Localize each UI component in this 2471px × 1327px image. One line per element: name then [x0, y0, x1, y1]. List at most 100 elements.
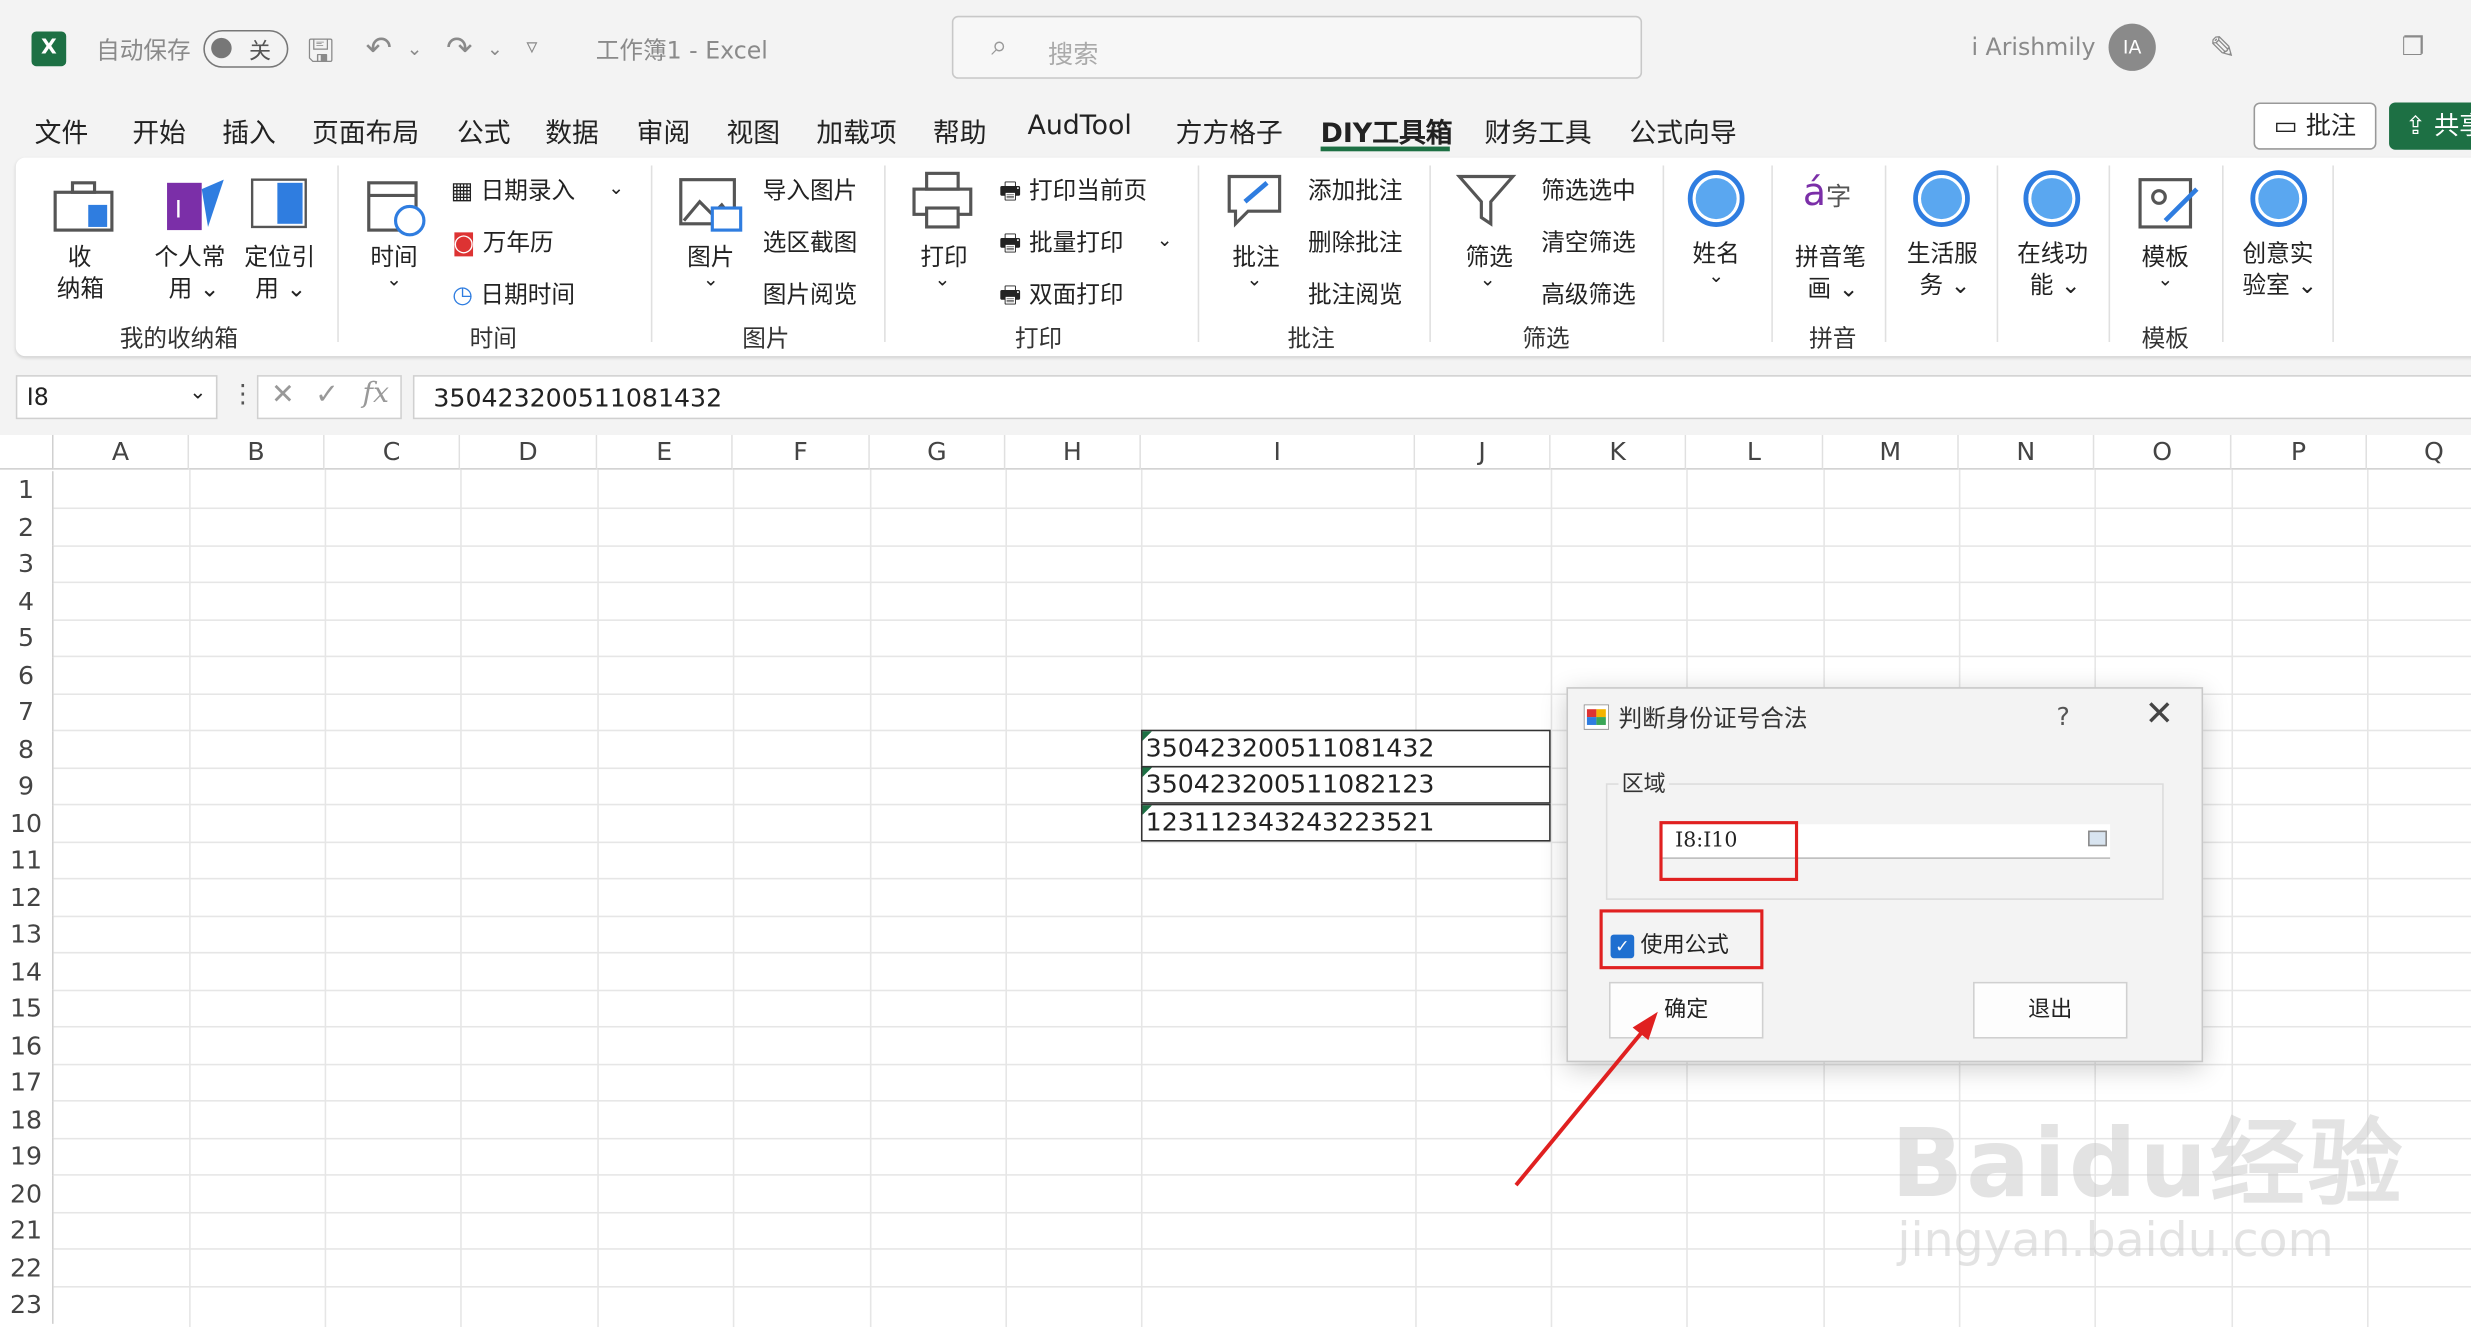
time-dropdown-icon[interactable]: ⌄ — [386, 268, 402, 290]
help-icon[interactable]: ? — [2057, 701, 2070, 731]
row-header[interactable]: 13 — [0, 915, 54, 953]
print-dropdown-icon[interactable]: ⌄ — [935, 268, 951, 290]
pen-icon[interactable]: ✎ — [2209, 28, 2235, 66]
tab-formula-wizard[interactable]: 公式向导 — [1629, 110, 1736, 150]
row-header[interactable]: 7 — [0, 693, 54, 731]
cell-i8[interactable]: 350423200511081432 — [1140, 728, 1551, 767]
life-service-label-2[interactable]: 务 ⌄ — [1919, 268, 1970, 301]
redo-dropdown-icon[interactable]: ⌄ — [487, 38, 503, 60]
row-header[interactable]: 15 — [0, 989, 54, 1027]
column-header[interactable]: G — [869, 434, 1006, 470]
row-header[interactable]: 20 — [0, 1174, 54, 1212]
row-header[interactable]: 17 — [0, 1063, 54, 1101]
comment-view-button[interactable]: 批注阅览 — [1308, 277, 1403, 310]
cell-i9[interactable]: 350423200511082123 — [1140, 765, 1551, 804]
restore-window-icon[interactable]: ❐ — [2402, 32, 2425, 62]
comment-icon[interactable] — [1223, 170, 1286, 233]
tab-audtool[interactable]: AudTool — [1027, 110, 1131, 142]
clear-filter-button[interactable]: 清空筛选 — [1541, 225, 1636, 258]
row-header[interactable]: 19 — [0, 1137, 54, 1175]
pinyin-icon[interactable]: á字 — [1803, 170, 1851, 214]
filter-dropdown-icon[interactable]: ⌄ — [1480, 268, 1496, 290]
row-header[interactable]: 12 — [0, 878, 54, 916]
range-select-icon[interactable] — [2088, 830, 2107, 847]
name-box[interactable]: I8 ⌄ — [15, 375, 218, 420]
row-header[interactable]: 5 — [0, 619, 54, 657]
tab-formulas[interactable]: 公式 — [457, 110, 511, 150]
row-header[interactable]: 9 — [0, 767, 54, 805]
undo-dropdown-icon[interactable]: ⌄ — [407, 38, 423, 60]
filter-icon[interactable] — [1456, 170, 1519, 233]
row-header[interactable]: 6 — [0, 656, 54, 694]
delete-comment-button[interactable]: 删除批注 — [1308, 225, 1403, 258]
template-icon[interactable] — [2137, 177, 2200, 237]
close-icon[interactable]: ✕ — [2145, 695, 2174, 734]
row-header[interactable]: 21 — [0, 1211, 54, 1249]
storage-box-label-1[interactable]: 收 — [68, 240, 92, 273]
comment-dropdown-icon[interactable]: ⌄ — [1247, 268, 1263, 290]
date-input-button[interactable]: ▦ 日期录入 — [451, 173, 575, 206]
picture-dropdown-icon[interactable]: ⌄ — [703, 268, 719, 290]
save-icon[interactable]: 🖫 — [307, 28, 334, 82]
storage-box-label-2[interactable]: 纳箱 — [57, 271, 104, 304]
formula-input[interactable]: 350423200511081432 — [412, 375, 2471, 420]
datetime-button[interactable]: ◷ 日期时间 — [452, 277, 575, 310]
tab-file[interactable]: 文件 — [35, 110, 89, 150]
tab-home[interactable]: 开始 — [132, 110, 186, 150]
autosave-toggle[interactable]: 关 — [203, 29, 289, 68]
tab-review[interactable]: 审阅 — [637, 110, 691, 150]
undo-icon[interactable]: ↶ — [366, 28, 392, 66]
batch-print-dropdown-icon[interactable]: ⌄ — [1157, 229, 1173, 251]
customize-qat-icon[interactable]: ▿ — [526, 35, 537, 60]
filter-selected-button[interactable]: 筛选选中 — [1541, 173, 1636, 206]
column-header[interactable]: J — [1415, 434, 1551, 470]
comments-button[interactable]: ▭ 批注 — [2253, 102, 2377, 150]
pinyin-label-1[interactable]: 拼音笔 — [1795, 240, 1866, 273]
online-function-label-1[interactable]: 在线功 — [2017, 236, 2088, 269]
picture-view-button[interactable]: 图片阅览 — [763, 277, 858, 310]
tab-help[interactable]: 帮助 — [933, 110, 987, 150]
add-comment-button[interactable]: 添加批注 — [1308, 173, 1403, 206]
advanced-filter-button[interactable]: 高级筛选 — [1541, 277, 1636, 310]
column-header[interactable]: F — [732, 434, 870, 470]
redo-icon[interactable]: ↷ — [446, 28, 472, 66]
function-icon[interactable]: fx — [362, 377, 389, 410]
select-all-corner[interactable] — [0, 434, 54, 470]
ok-button[interactable]: 确定 — [1608, 981, 1764, 1039]
tab-diy-toolbox[interactable]: DIY工具箱 — [1321, 110, 1453, 150]
chevron-down-icon[interactable]: ⌄ — [189, 381, 206, 405]
search-box[interactable]: ⌕ 搜索 — [951, 15, 1643, 79]
cell-i10[interactable]: 123112343243223521 — [1140, 802, 1551, 841]
row-header[interactable]: 23 — [0, 1286, 54, 1324]
template-dropdown-icon[interactable]: ⌄ — [2157, 268, 2173, 290]
column-header[interactable]: I — [1140, 434, 1416, 470]
creative-lab-label-1[interactable]: 创意实 — [2243, 236, 2314, 269]
tab-view[interactable]: 视图 — [726, 110, 780, 150]
column-header[interactable]: A — [53, 434, 190, 470]
row-header[interactable]: 14 — [0, 952, 54, 990]
tab-data[interactable]: 数据 — [545, 110, 599, 150]
enter-icon[interactable]: ✓ — [315, 378, 339, 411]
calendar-clock-icon[interactable] — [366, 173, 429, 239]
share-button[interactable]: ⇪ 共享 — [2389, 102, 2471, 150]
column-header[interactable]: B — [189, 434, 325, 470]
column-header[interactable]: D — [460, 434, 598, 470]
print-current-button[interactable]: 🖶 打印当前页 — [999, 173, 1147, 214]
name-dropdown-icon[interactable]: ⌄ — [1708, 265, 1724, 287]
row-header[interactable]: 18 — [0, 1100, 54, 1138]
exit-button[interactable]: 退出 — [1973, 981, 2128, 1039]
column-header[interactable]: H — [1005, 434, 1141, 470]
column-header[interactable]: M — [1823, 434, 1959, 470]
online-function-label-2[interactable]: 能 ⌄ — [2030, 268, 2081, 301]
batch-print-button[interactable]: 🖶 批量打印 — [999, 225, 1123, 266]
personal-use-label-2[interactable]: 用 ⌄ — [169, 271, 220, 304]
personal-use-label-1[interactable]: 个人常 — [154, 240, 225, 273]
tab-addins[interactable]: 加载项 — [816, 110, 896, 150]
name-icon[interactable] — [1687, 170, 1745, 227]
printer-icon[interactable] — [911, 170, 974, 233]
row-header[interactable]: 22 — [0, 1248, 54, 1287]
row-header[interactable]: 11 — [0, 841, 54, 879]
column-header[interactable]: L — [1686, 434, 1824, 470]
creative-lab-label-2[interactable]: 验室 ⌄ — [2243, 268, 2318, 301]
tab-insert[interactable]: 插入 — [222, 110, 276, 150]
